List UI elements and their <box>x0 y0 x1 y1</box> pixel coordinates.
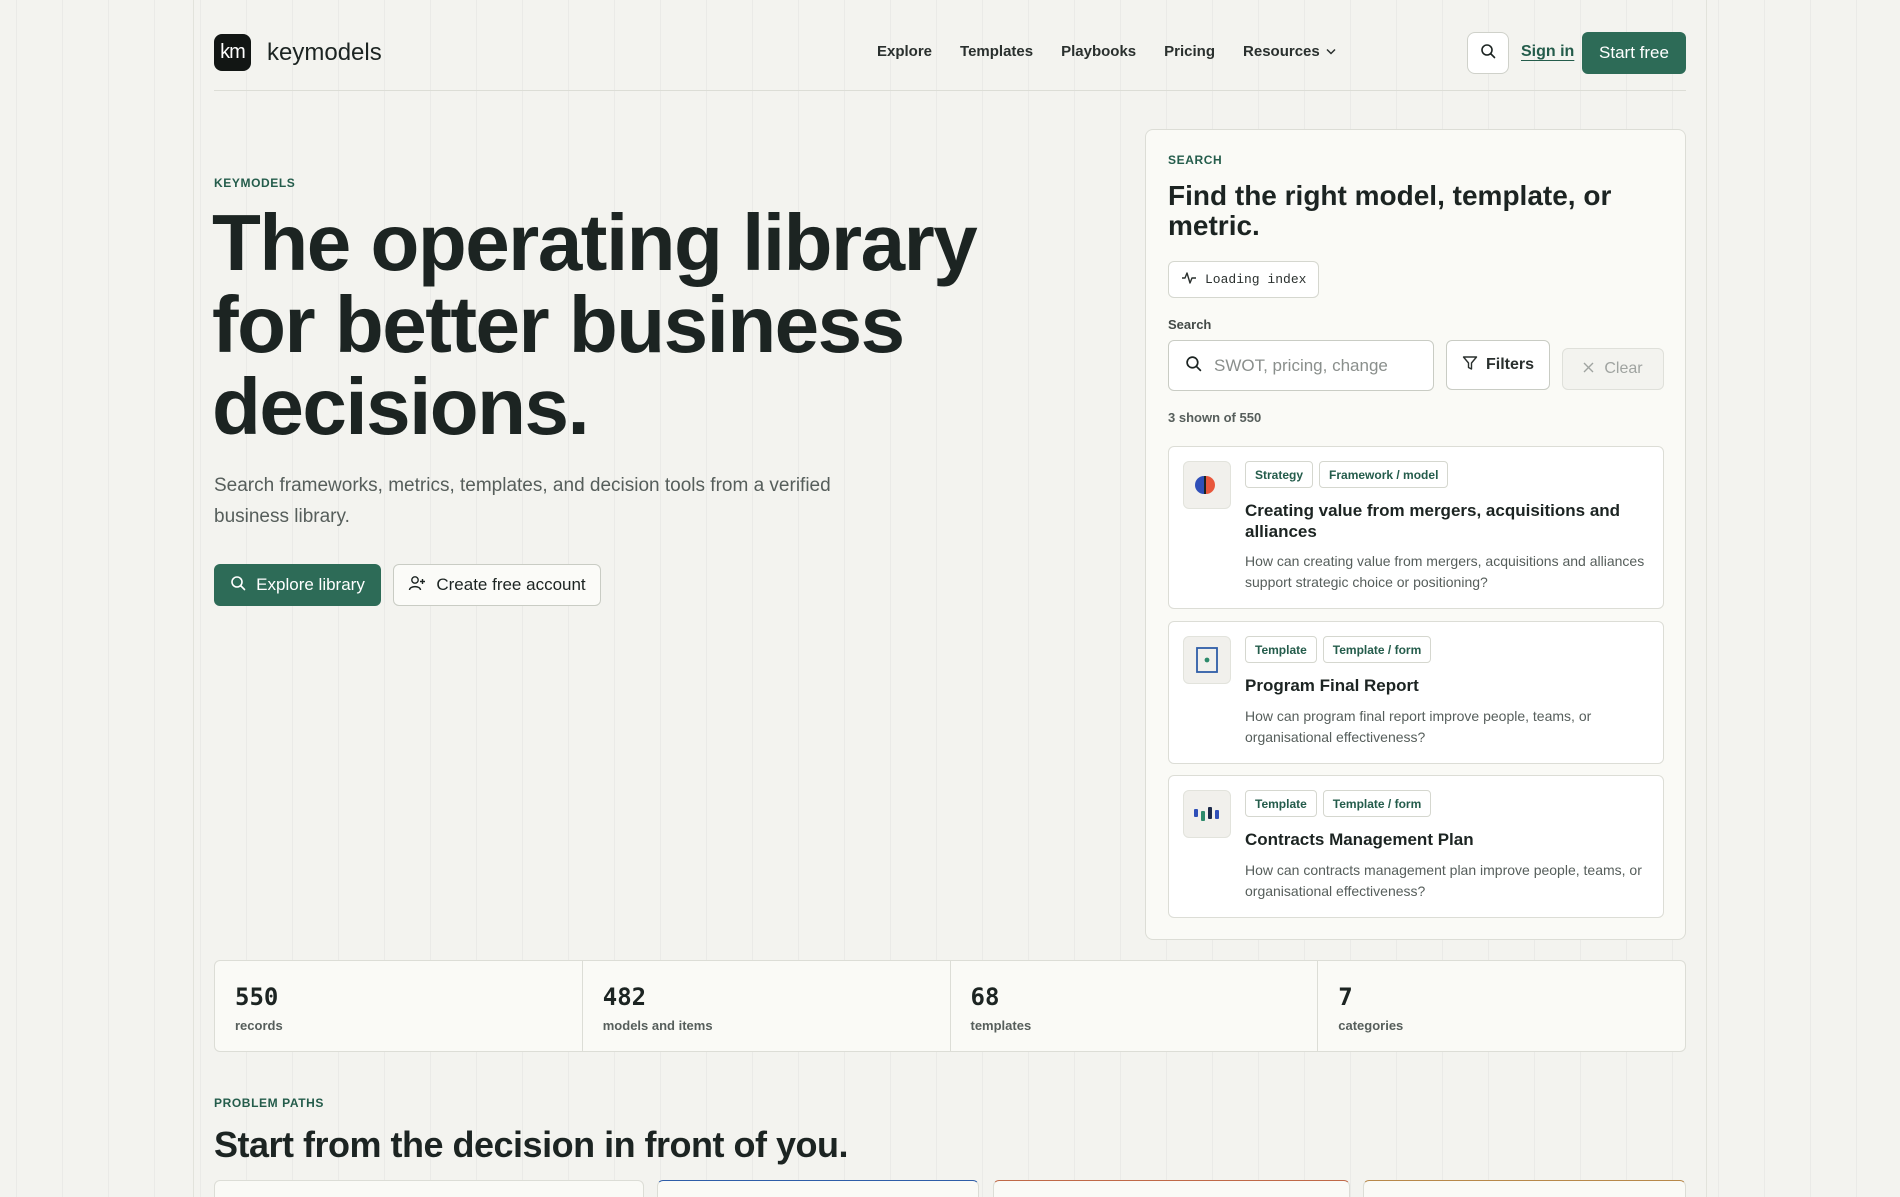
filters-label: Filters <box>1485 356 1534 373</box>
result-title: Program Final Report <box>1245 676 1419 695</box>
type-badge: Template / form <box>1322 636 1432 663</box>
type-badge: Template / form <box>1322 790 1432 817</box>
problem-paths-title: Start from the decision in front of you. <box>214 1124 849 1165</box>
result-title: Contracts Management Plan <box>1245 830 1474 849</box>
stat-value: 7 <box>1338 983 1353 1011</box>
problem-paths-eyebrow: PROBLEM PATHS <box>214 1096 325 1110</box>
category-badge: Template <box>1245 790 1317 817</box>
activity-icon <box>1181 271 1197 289</box>
stat-templates: 68 templates <box>951 961 1319 1051</box>
result-badges: Template Template / form <box>1245 636 1432 663</box>
nav-item-templates[interactable]: Templates <box>960 43 1033 60</box>
type-badge: Framework / model <box>1319 461 1449 488</box>
brand-name: keymodels <box>267 38 382 66</box>
stat-label: models and items <box>602 1018 713 1033</box>
sign-in-link[interactable]: Sign in <box>1521 43 1574 61</box>
problem-path-card[interactable] <box>1363 1180 1686 1197</box>
explore-library-label: Explore library <box>256 575 365 594</box>
index-status-text: Loading index <box>1205 272 1307 287</box>
result-title: Creating value from mergers, acquisition… <box>1245 501 1621 541</box>
stat-categories: 7 categories <box>1318 961 1685 1051</box>
clear-button[interactable]: Clear <box>1562 348 1664 390</box>
nav-item-pricing[interactable]: Pricing <box>1164 43 1215 60</box>
search-panel-title: Find the right model, template, or metri… <box>1168 180 1612 241</box>
stat-label: records <box>235 1018 283 1033</box>
result-description: How can creating value from mergers, acq… <box>1245 553 1645 590</box>
index-status-chip: Loading index <box>1168 261 1320 298</box>
create-account-button[interactable]: Create free account <box>393 564 601 606</box>
search-field[interactable] <box>1168 340 1434 391</box>
category-badge: Strategy <box>1245 461 1314 488</box>
results-count: 3 shown of 550 <box>1168 410 1262 425</box>
bar-columns-icon <box>1183 790 1231 838</box>
nav-item-resources[interactable]: Resources <box>1243 43 1336 60</box>
main-nav: Explore Templates Playbooks Pricing Reso… <box>877 43 1364 60</box>
nav-item-resources-label: Resources <box>1243 43 1320 60</box>
stat-value: 482 <box>602 983 647 1011</box>
hero-subtitle: Search frameworks, metrics, templates, a… <box>214 475 831 527</box>
header-search-button[interactable] <box>1467 32 1509 74</box>
stat-label: templates <box>970 1018 1032 1033</box>
explore-library-button[interactable]: Explore library <box>214 564 381 606</box>
result-card[interactable]: Strategy Framework / model Creating valu… <box>1168 446 1664 609</box>
logo-mark-icon: km <box>214 34 251 71</box>
category-badge: Template <box>1245 636 1317 663</box>
hero-eyebrow: KEYMODELS <box>214 176 296 190</box>
search-field-label: Search <box>1168 317 1212 332</box>
filters-button[interactable]: Filters <box>1446 340 1550 390</box>
brand-logo[interactable]: km keymodels <box>214 34 382 71</box>
document-frame-icon <box>1183 636 1231 684</box>
user-plus-icon <box>408 575 426 596</box>
library-stats: 550 records 482 models and items 68 temp… <box>214 960 1686 1052</box>
problem-path-card[interactable] <box>214 1180 644 1197</box>
hero-title: The operating library for better busines… <box>212 198 978 451</box>
search-icon <box>1185 355 1202 377</box>
result-description: How can program final report improve peo… <box>1245 708 1592 745</box>
filter-icon <box>1462 355 1478 376</box>
split-circle-icon <box>1183 461 1231 509</box>
search-panel-eyebrow: SEARCH <box>1168 153 1223 167</box>
problem-path-card[interactable] <box>657 1180 979 1197</box>
close-icon <box>1583 360 1594 378</box>
search-icon <box>230 575 246 596</box>
stat-value: 550 <box>235 983 279 1011</box>
problem-path-card[interactable] <box>993 1180 1350 1197</box>
chevron-down-icon <box>1326 46 1336 58</box>
result-card[interactable]: Template Template / form Contracts Manag… <box>1168 775 1664 918</box>
nav-item-explore[interactable]: Explore <box>877 43 932 60</box>
search-input[interactable] <box>1214 355 1414 376</box>
nav-item-playbooks[interactable]: Playbooks <box>1061 43 1136 60</box>
site-header: km keymodels Explore Templates Playbooks… <box>214 0 1686 91</box>
search-icon <box>1480 43 1496 64</box>
clear-label: Clear <box>1604 360 1643 377</box>
stat-value: 68 <box>970 983 1000 1011</box>
stat-models: 482 models and items <box>583 961 951 1051</box>
result-badges: Strategy Framework / model <box>1245 461 1449 488</box>
result-description: How can contracts management plan improv… <box>1245 862 1642 899</box>
start-free-button[interactable]: Start free <box>1582 32 1686 74</box>
result-card[interactable]: Template Template / form Program Final R… <box>1168 621 1664 764</box>
create-account-label: Create free account <box>436 575 586 594</box>
search-panel: SEARCH Find the right model, template, o… <box>1145 129 1686 940</box>
result-badges: Template Template / form <box>1245 790 1432 817</box>
stat-records: 550 records <box>215 961 583 1051</box>
stat-label: categories <box>1338 1018 1404 1033</box>
